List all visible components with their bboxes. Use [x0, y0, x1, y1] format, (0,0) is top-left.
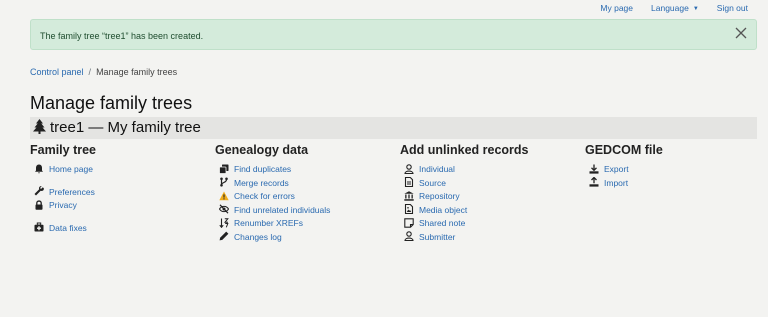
- data-fixes-link[interactable]: Data fixes: [30, 222, 96, 236]
- source-label: Source: [419, 177, 446, 188]
- eye-slash-icon: [219, 204, 229, 214]
- file-icon: [404, 177, 414, 187]
- my-page-link[interactable]: My page: [600, 3, 633, 13]
- caret-down-icon: ▼: [692, 6, 699, 12]
- gedcom-heading: GEDCOM file: [585, 143, 663, 157]
- changes-log-link[interactable]: Changes log: [215, 231, 330, 245]
- sort-numeric-icon: [219, 217, 229, 228]
- add-repository-link[interactable]: Repository: [400, 190, 529, 204]
- tree-icon: [33, 119, 46, 134]
- merge-records-link[interactable]: Merge records: [215, 177, 330, 191]
- family-tree-section: Family tree Home page Preferences Privac…: [30, 143, 96, 235]
- genealogy-data-section: Genealogy data Find duplicates Merge rec…: [215, 143, 330, 244]
- add-shared-note-link[interactable]: Shared note: [400, 217, 529, 231]
- medkit-icon: [34, 222, 44, 232]
- upload-icon: [589, 177, 599, 187]
- language-menu[interactable]: Language ▼: [651, 3, 699, 13]
- warning-icon: [219, 191, 229, 200]
- family-tree-heading: Family tree: [30, 143, 97, 157]
- changes-log-label: Changes log: [234, 231, 282, 242]
- import-link[interactable]: Import: [585, 177, 663, 191]
- add-submitter-link[interactable]: Submitter: [400, 231, 529, 245]
- breadcrumb: Control panel / Manage family trees: [30, 67, 177, 77]
- preferences-label: Preferences: [49, 186, 95, 197]
- sign-out-link[interactable]: Sign out: [717, 3, 748, 13]
- add-media-object-link[interactable]: Media object: [400, 204, 529, 218]
- add-individual-link[interactable]: Individual: [400, 163, 529, 177]
- close-icon[interactable]: [734, 27, 748, 41]
- shared-note-label: Shared note: [419, 218, 466, 228]
- merge-icon: [220, 177, 228, 187]
- tree-heading-bar: tree1 — My family tree: [30, 117, 757, 139]
- top-navigation: My page Language ▼ Sign out: [600, 3, 748, 13]
- user-icon: [404, 163, 414, 174]
- submitter-label: Submitter: [419, 231, 456, 242]
- home-page-label: Home page: [49, 164, 93, 174]
- copy-icon: [219, 164, 229, 174]
- check-errors-label: Check for errors: [234, 191, 295, 201]
- individual-label: Individual: [419, 164, 455, 174]
- home-page-link[interactable]: Home page: [30, 163, 96, 177]
- export-label: Export: [604, 164, 629, 174]
- data-fixes-label: Data fixes: [49, 222, 87, 233]
- gedcom-section: GEDCOM file Export Import: [585, 143, 663, 190]
- download-icon: [589, 164, 599, 174]
- success-alert: The family tree “tree1” has been created…: [30, 19, 757, 50]
- privacy-label: Privacy: [49, 200, 77, 210]
- unlinked-records-heading: Add unlinked records: [400, 143, 529, 157]
- lock-icon: [35, 199, 43, 210]
- find-unrelated-link[interactable]: Find unrelated individuals: [215, 204, 330, 218]
- renumber-xrefs-label: Renumber XREFs: [234, 218, 303, 228]
- media-object-label: Media object: [419, 204, 468, 215]
- find-unrelated-label: Find unrelated individuals: [234, 204, 331, 215]
- preferences-link[interactable]: Preferences: [30, 186, 96, 200]
- privacy-link[interactable]: Privacy: [30, 199, 96, 213]
- find-duplicates-label: Find duplicates: [234, 164, 292, 174]
- merge-records-label: Merge records: [234, 177, 289, 188]
- breadcrumb-separator: /: [88, 67, 92, 77]
- breadcrumb-current: Manage family trees: [96, 67, 178, 77]
- add-source-link[interactable]: Source: [400, 177, 529, 191]
- check-errors-link[interactable]: Check for errors: [215, 190, 330, 204]
- wrench-icon: [34, 186, 44, 196]
- renumber-xrefs-link[interactable]: Renumber XREFs: [215, 217, 330, 231]
- bank-icon: [404, 190, 414, 201]
- export-link[interactable]: Export: [585, 163, 663, 177]
- sticky-note-icon: [404, 217, 414, 228]
- import-label: Import: [604, 177, 629, 188]
- breadcrumb-control-panel[interactable]: Control panel: [30, 67, 84, 77]
- tree-heading: tree1 — My family tree: [50, 119, 201, 136]
- user-icon: [404, 231, 414, 241]
- genealogy-data-heading: Genealogy data: [215, 143, 309, 157]
- pencil-icon: [219, 231, 229, 241]
- image-file-icon: [404, 204, 414, 214]
- unlinked-records-section: Add unlinked records Individual Source R…: [400, 143, 529, 244]
- language-label: Language: [651, 3, 689, 13]
- bell-icon: [35, 164, 43, 173]
- repository-label: Repository: [419, 191, 460, 201]
- alert-message: The family tree “tree1” has been created…: [40, 31, 204, 41]
- page-title: Manage family trees: [30, 93, 193, 113]
- find-duplicates-link[interactable]: Find duplicates: [215, 163, 330, 177]
